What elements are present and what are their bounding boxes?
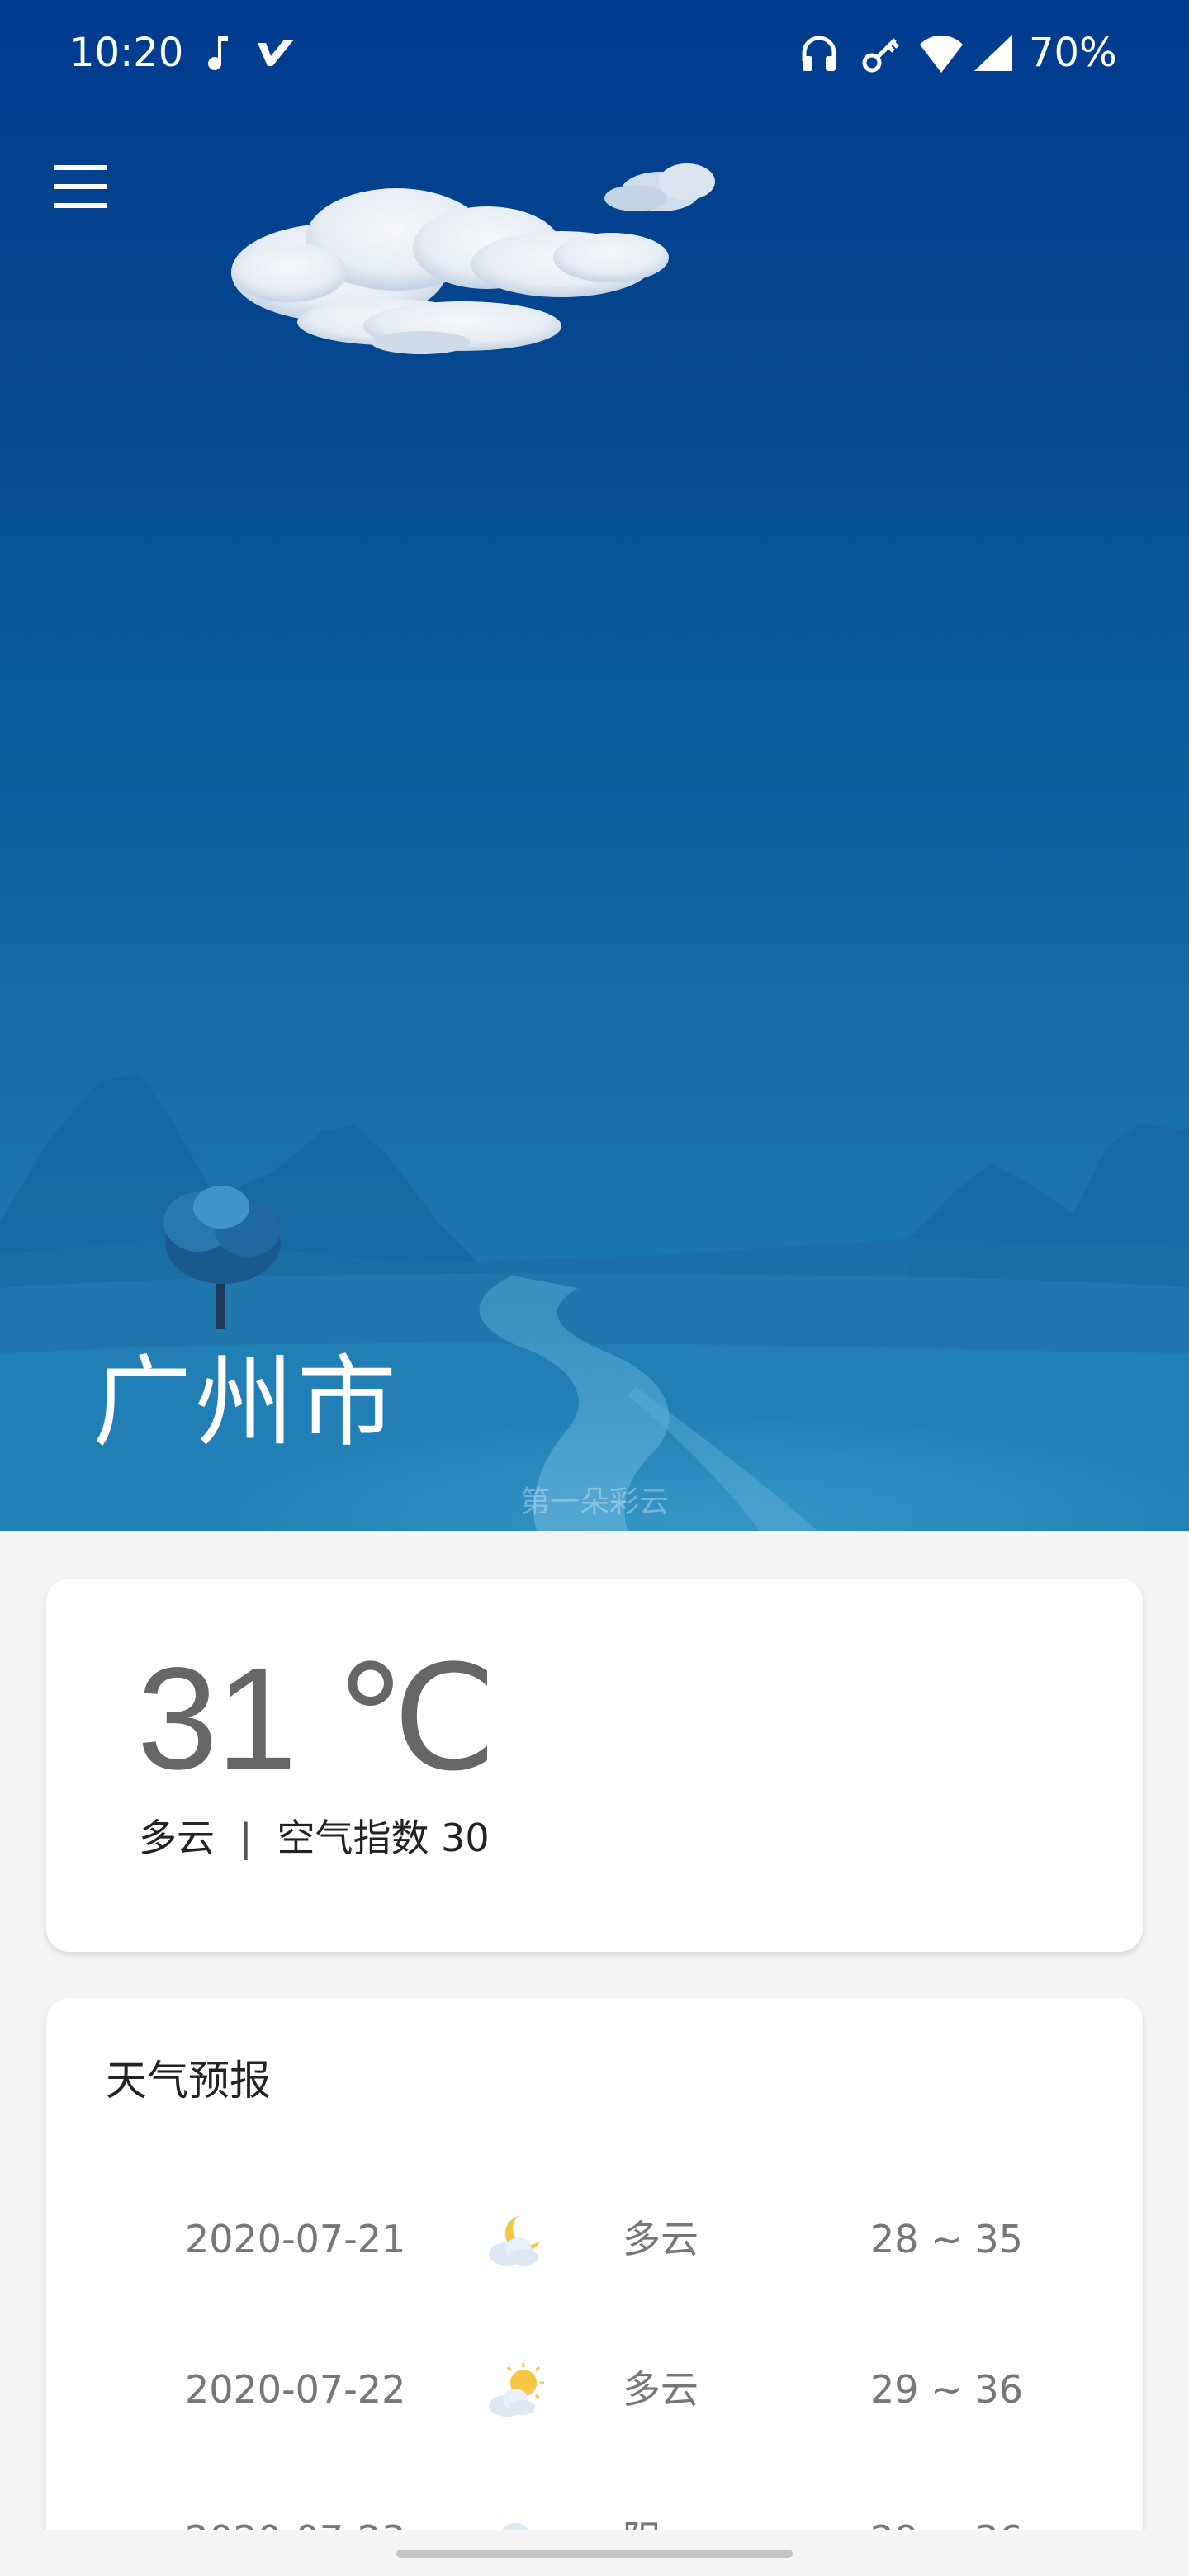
moon-cloud-icon [489, 2216, 540, 2266]
air-quality-index: 空气指数 30 [277, 1816, 490, 1860]
headphones-icon [802, 36, 836, 71]
check-icon [258, 40, 294, 66]
status-bar: 10:20 70% [0, 0, 1189, 106]
forecast-title: 天气预报 [106, 2057, 271, 2105]
wifi-icon [920, 35, 963, 73]
forecast-temperature: 29 ~ 36 [870, 2367, 1023, 2412]
forecast-date: 2020-07-22 [185, 2367, 406, 2412]
cloud-large [231, 188, 669, 354]
cell-signal-icon [974, 35, 1012, 71]
forecast-temperature: 28 ~ 35 [870, 2217, 1023, 2261]
forecast-card: 天气预报 2020-07-21 多云 28 ~ 35 2020-07-22 多云… [46, 1998, 1143, 2576]
vpn-key-icon [862, 38, 899, 73]
battery-percent: 70% [1029, 30, 1117, 76]
info-separator: | [239, 1816, 253, 1860]
hamburger-menu-icon[interactable] [48, 157, 114, 216]
city-name: 广州市 [92, 1346, 400, 1461]
forecast-sky: 多云 [623, 2367, 699, 2412]
gesture-handle[interactable] [396, 2550, 793, 2558]
current-conditions: 多云 | 空气指数 30 [139, 1811, 490, 1864]
gesture-nav-area [0, 2530, 1189, 2576]
landscape-background [0, 163, 1189, 1531]
current-temperature: 31 ℃ [137, 1638, 497, 1800]
forecast-sky: 多云 [623, 2217, 699, 2261]
forecast-row[interactable]: 2020-07-21 多云 28 ~ 35 [46, 2191, 1143, 2290]
forecast-date: 2020-07-21 [185, 2217, 406, 2261]
current-sky: 多云 [139, 1816, 215, 1860]
current-weather-card: 31 ℃ 多云 | 空气指数 30 [46, 1579, 1143, 1952]
forecast-row[interactable]: 2020-07-22 多云 29 ~ 36 [46, 2342, 1143, 2441]
weather-hero: 10:20 70% 广州市 第一朵彩云 [0, 0, 1189, 1531]
app-watermark: 第一朵彩云 [519, 1485, 669, 1519]
music-note-icon [208, 36, 228, 70]
sun-cloud-icon [489, 2363, 544, 2417]
status-time: 10:20 [69, 30, 184, 76]
cloud-small [604, 163, 715, 211]
